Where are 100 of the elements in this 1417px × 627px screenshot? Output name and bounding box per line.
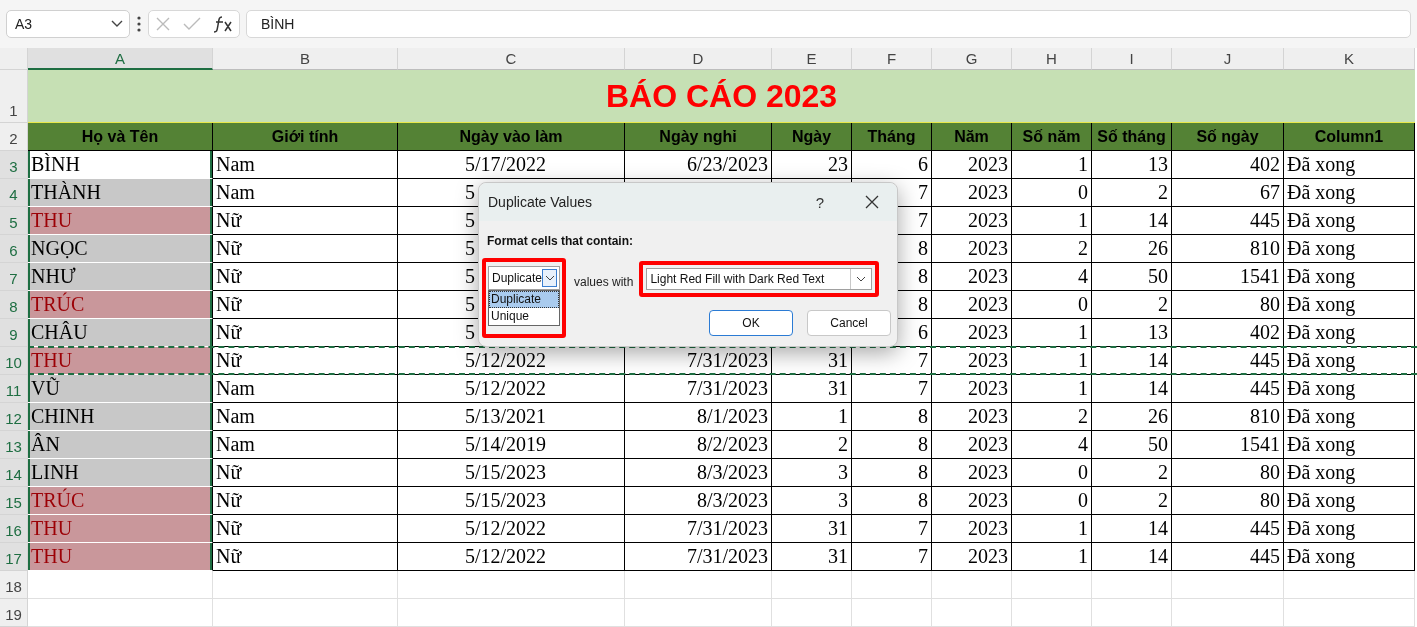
- table-cell[interactable]: NGỌC: [28, 235, 213, 263]
- table-cell: 8: [852, 459, 932, 487]
- empty-cell[interactable]: [398, 599, 625, 627]
- row-number[interactable]: 17: [0, 543, 28, 571]
- type-dropdown[interactable]: Duplicate: [488, 266, 560, 290]
- column-letter[interactable]: F: [852, 48, 932, 70]
- table-cell: Nữ: [213, 319, 398, 347]
- empty-cell[interactable]: [932, 599, 1012, 627]
- table-cell: Nam: [213, 403, 398, 431]
- empty-cell[interactable]: [932, 571, 1012, 599]
- dropdown-option[interactable]: Duplicate: [489, 291, 559, 308]
- chevron-down-icon[interactable]: [542, 269, 557, 287]
- empty-cell[interactable]: [1172, 571, 1284, 599]
- column-letter[interactable]: E: [772, 48, 852, 70]
- table-cell[interactable]: CHÂU: [28, 319, 213, 347]
- row-number[interactable]: 13: [0, 431, 28, 459]
- table-cell[interactable]: BÌNH: [28, 151, 213, 179]
- row-number[interactable]: 6: [0, 235, 28, 263]
- table-cell[interactable]: LINH: [28, 459, 213, 487]
- column-letter[interactable]: A: [28, 48, 213, 70]
- help-button[interactable]: ?: [805, 192, 835, 212]
- table-cell: Đã xong: [1284, 207, 1415, 235]
- table-cell: 31: [772, 515, 852, 543]
- function-icon[interactable]: [213, 15, 233, 33]
- table-cell: 1: [1012, 515, 1092, 543]
- table-cell: 5/12/2022: [398, 543, 625, 571]
- empty-cell[interactable]: [213, 599, 398, 627]
- column-letter[interactable]: B: [213, 48, 398, 70]
- empty-cell[interactable]: [1012, 599, 1092, 627]
- row-number[interactable]: 3: [0, 151, 28, 179]
- empty-cell[interactable]: [398, 571, 625, 599]
- more-icon[interactable]: [136, 16, 142, 32]
- table-cell: 14: [1092, 515, 1172, 543]
- row-number[interactable]: 11: [0, 375, 28, 403]
- table-cell: 402: [1172, 319, 1284, 347]
- empty-cell[interactable]: [1092, 571, 1172, 599]
- table-cell[interactable]: ÂN: [28, 431, 213, 459]
- table-cell: 2: [1092, 291, 1172, 319]
- empty-cell[interactable]: [852, 599, 932, 627]
- row-number[interactable]: 16: [0, 515, 28, 543]
- row-number[interactable]: 2: [0, 123, 28, 151]
- table-cell: 14: [1092, 347, 1172, 375]
- column-letter[interactable]: G: [932, 48, 1012, 70]
- table-cell: 8/3/2023: [625, 487, 772, 515]
- table-cell[interactable]: THÀNH: [28, 179, 213, 207]
- format-dropdown[interactable]: Light Red Fill with Dark Red Text: [646, 268, 873, 290]
- table-cell: 2023: [932, 459, 1012, 487]
- empty-cell[interactable]: [1172, 599, 1284, 627]
- table-cell: 3: [772, 487, 852, 515]
- cancel-icon[interactable]: [155, 16, 171, 32]
- column-letter[interactable]: D: [625, 48, 772, 70]
- column-letter[interactable]: C: [398, 48, 625, 70]
- row-number[interactable]: 18: [0, 571, 28, 599]
- row-number[interactable]: 7: [0, 263, 28, 291]
- name-box[interactable]: A3: [6, 10, 130, 38]
- empty-cell[interactable]: [1092, 599, 1172, 627]
- table-cell: 5/12/2022: [398, 515, 625, 543]
- column-letter[interactable]: K: [1284, 48, 1415, 70]
- row-number[interactable]: 19: [0, 599, 28, 627]
- table-cell[interactable]: VŨ: [28, 375, 213, 403]
- row-number[interactable]: 14: [0, 459, 28, 487]
- table-cell: 1: [772, 403, 852, 431]
- table-cell: 1541: [1172, 263, 1284, 291]
- empty-cell[interactable]: [1012, 571, 1092, 599]
- select-all-corner[interactable]: [0, 48, 28, 70]
- table-cell: 2023: [932, 487, 1012, 515]
- empty-cell[interactable]: [772, 571, 852, 599]
- table-cell: 2023: [932, 179, 1012, 207]
- table-cell: Đã xong: [1284, 543, 1415, 571]
- column-letter[interactable]: H: [1012, 48, 1092, 70]
- row-number[interactable]: 15: [0, 487, 28, 515]
- row-number[interactable]: 1: [0, 70, 28, 123]
- empty-cell[interactable]: [852, 571, 932, 599]
- empty-cell[interactable]: [625, 599, 772, 627]
- check-icon[interactable]: [183, 17, 201, 31]
- table-cell: 13: [1092, 319, 1172, 347]
- empty-cell[interactable]: [1284, 599, 1415, 627]
- table-cell: 50: [1092, 431, 1172, 459]
- column-letter[interactable]: I: [1092, 48, 1172, 70]
- cancel-button[interactable]: Cancel: [807, 310, 891, 336]
- empty-cell[interactable]: [625, 571, 772, 599]
- table-cell: 8/3/2023: [625, 459, 772, 487]
- ok-button[interactable]: OK: [709, 310, 793, 336]
- column-letter[interactable]: J: [1172, 48, 1284, 70]
- empty-cell[interactable]: [772, 599, 852, 627]
- row-number[interactable]: 9: [0, 319, 28, 347]
- row-number[interactable]: 5: [0, 207, 28, 235]
- row-number[interactable]: 10: [0, 347, 28, 375]
- table-cell[interactable]: CHINH: [28, 403, 213, 431]
- empty-cell[interactable]: [1284, 571, 1415, 599]
- table-cell: Đã xong: [1284, 151, 1415, 179]
- table-cell: 5/14/2019: [398, 431, 625, 459]
- table-cell[interactable]: NHƯ: [28, 263, 213, 291]
- table-cell: 31: [772, 375, 852, 403]
- formula-field[interactable]: BÌNH: [246, 10, 1411, 38]
- table-cell: 2: [1092, 179, 1172, 207]
- row-number[interactable]: 8: [0, 291, 28, 319]
- row-number[interactable]: 4: [0, 179, 28, 207]
- empty-cell[interactable]: [213, 571, 398, 599]
- row-number[interactable]: 12: [0, 403, 28, 431]
